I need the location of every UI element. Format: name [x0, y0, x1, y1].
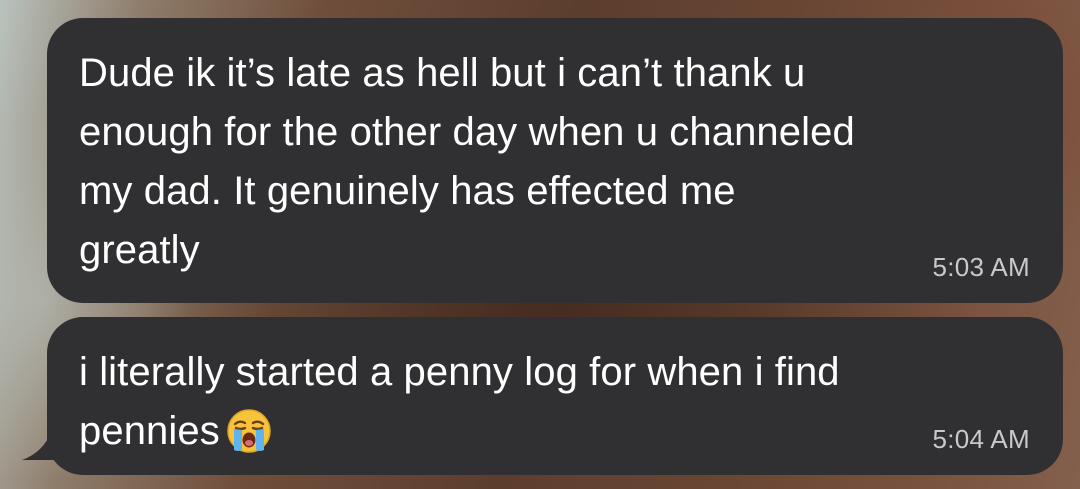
message-text: Dude ik it’s late as hell but i can’t th… — [79, 44, 1031, 280]
message-timestamp: 5:04 AM — [932, 424, 1030, 454]
message-line: pennies — [79, 402, 1031, 461]
message-timestamp: 5:03 AM — [932, 252, 1030, 282]
message-line: i literally started a penny log for when… — [79, 350, 840, 394]
message-text: i literally started a penny log for when… — [79, 343, 1031, 461]
message-bubble[interactable]: Dude ik it’s late as hell but i can’t th… — [47, 18, 1063, 303]
chat-screen: { "messages": [ { "lines": [ "Dude ik it… — [0, 0, 1080, 489]
message-line: Dude ik it’s late as hell but i can’t th… — [79, 51, 806, 95]
message-line: my dad. It genuinely has effected me — [79, 169, 736, 213]
message-line: enough for the other day when u channele… — [79, 110, 855, 154]
loudly-crying-face-emoji-icon — [227, 409, 271, 453]
message-line: greatly — [79, 228, 200, 272]
message-bubble[interactable]: i literally started a penny log for when… — [47, 317, 1063, 475]
message-line-text: pennies — [79, 409, 220, 453]
